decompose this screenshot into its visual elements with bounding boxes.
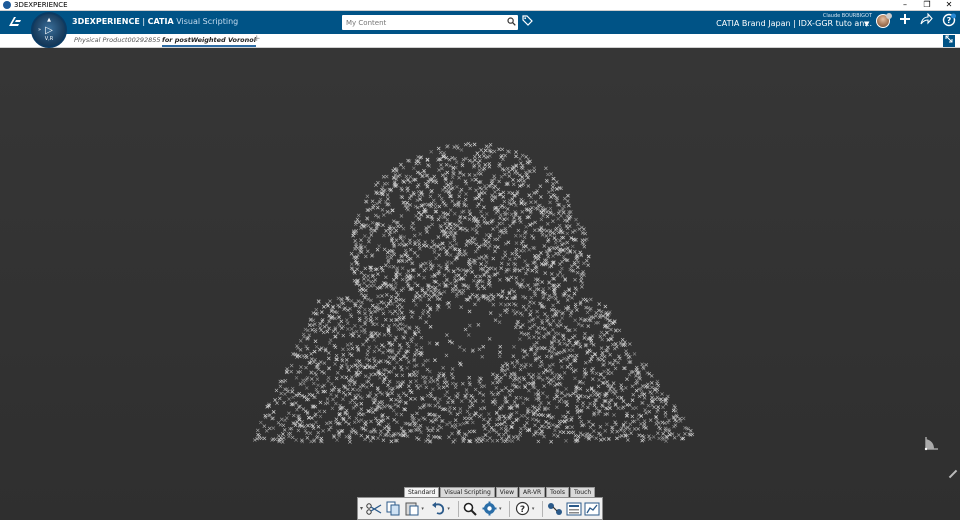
window-controls: – ❐ ✕ xyxy=(894,0,960,10)
undo-icon[interactable] xyxy=(429,499,447,518)
restore-button[interactable]: ❐ xyxy=(916,0,938,10)
action-tab-standard[interactable]: Standard xyxy=(404,487,440,497)
minimize-button[interactable]: – xyxy=(894,0,916,10)
cut-icon[interactable] xyxy=(365,499,383,518)
settings-icon[interactable] xyxy=(480,499,498,518)
app-name: Visual Scripting xyxy=(173,17,239,26)
point-cloud xyxy=(252,141,695,444)
avatar-badge-icon xyxy=(886,13,892,19)
tab-bar: Physical Product00292855 for postWeighte… xyxy=(0,34,960,48)
tab-weighted-voronoi[interactable]: for postWeighted Voronoi xyxy=(162,36,256,47)
brand-title: 3DEXPERIENCE | CATIA Visual Scripting xyxy=(72,17,238,26)
zoom-icon[interactable] xyxy=(462,499,480,518)
ds-logo-icon[interactable] xyxy=(6,14,24,30)
undo-options-icon[interactable]: ▾ xyxy=(447,506,452,512)
action-tab-tools[interactable]: Tools xyxy=(546,487,569,497)
svg-text:?: ? xyxy=(947,16,952,25)
separator xyxy=(509,500,511,517)
chevron-down-icon[interactable]: ▼ xyxy=(864,20,869,28)
nodes-icon[interactable] xyxy=(546,499,564,518)
settings-options-icon[interactable]: ▾ xyxy=(499,506,504,512)
separator xyxy=(542,500,544,517)
add-tab-button[interactable]: + xyxy=(253,34,261,44)
chart-icon[interactable] xyxy=(583,499,601,518)
action-bar-tabs: Standard Visual Scripting View AR-VR Too… xyxy=(404,487,596,497)
view-compass-icon[interactable] xyxy=(922,433,942,453)
window-titlebar: 3DEXPERIENCE – ❐ ✕ xyxy=(0,0,960,11)
svg-text:?: ? xyxy=(519,505,524,515)
panel-icon[interactable] xyxy=(565,499,583,518)
close-button[interactable]: ✕ xyxy=(938,0,960,10)
user-block[interactable]: Claude BOURBIGOT CATIA Brand Japan | IDX… xyxy=(716,13,872,28)
share-icon[interactable] xyxy=(918,12,934,29)
app-logo-icon xyxy=(3,1,11,9)
paste-icon[interactable] xyxy=(403,499,421,518)
action-tab-ar-vr[interactable]: AR-VR xyxy=(519,487,546,497)
help-icon[interactable]: ? xyxy=(941,13,957,31)
action-tab-visual-scripting[interactable]: Visual Scripting xyxy=(440,487,495,497)
search-icon[interactable] xyxy=(504,16,518,29)
separator xyxy=(457,500,459,517)
brand-catia: CATIA xyxy=(147,17,174,26)
action-bar: ▾ ▾ ▾ ▾ ? ▾ xyxy=(357,497,603,520)
action-tab-touch[interactable]: Touch xyxy=(569,487,596,497)
search-input[interactable] xyxy=(342,16,504,29)
3d-viewport[interactable] xyxy=(0,48,960,520)
paste-options-icon[interactable]: ▾ xyxy=(421,506,426,512)
compass-west-icon: » xyxy=(38,27,42,33)
play-icon: ▷ xyxy=(45,24,53,36)
add-icon[interactable] xyxy=(897,13,913,29)
action-tab-view[interactable]: View xyxy=(495,487,519,497)
brand-separator: | xyxy=(139,17,148,26)
compass-north-icon: ▲ xyxy=(47,17,51,23)
brand-3dexperience: 3DEXPERIENCE xyxy=(72,17,140,26)
fullscreen-icon[interactable] xyxy=(943,35,955,47)
copy-icon[interactable] xyxy=(384,499,402,518)
help-icon[interactable]: ? xyxy=(513,499,531,518)
compass-icon[interactable]: ▲ » ▷ V,R xyxy=(31,12,67,48)
window-title: 3DEXPERIENCE xyxy=(14,1,68,9)
help-options-icon[interactable]: ▾ xyxy=(532,506,537,512)
compass-label: V,R xyxy=(44,36,54,42)
tab-physical-product[interactable]: Physical Product00292855 xyxy=(74,36,161,44)
search-box xyxy=(342,15,518,30)
collab-space[interactable]: CATIA Brand Japan | IDX-GGR tuto an... xyxy=(716,19,872,28)
tag-icon[interactable] xyxy=(522,15,533,29)
top-bar: ▲ » ▷ V,R 3DEXPERIENCE | CATIA Visual Sc… xyxy=(0,11,960,48)
